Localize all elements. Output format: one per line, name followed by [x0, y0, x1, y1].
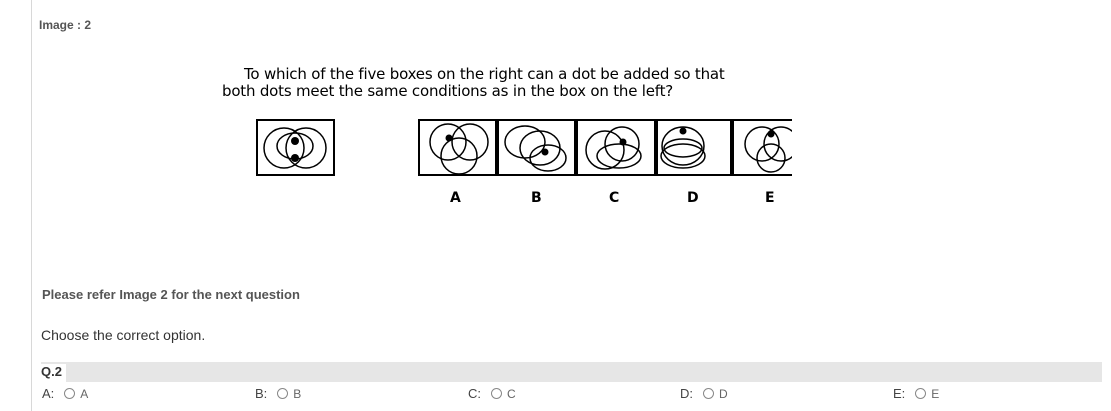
image-label: Image : 2: [39, 18, 92, 32]
question-panel: Image : 2 To which of the five boxes on …: [31, 0, 1111, 411]
box-e: [732, 119, 792, 176]
box-letter-a: A: [450, 190, 461, 206]
answer-options: A: A B: B C: C D: D E: E: [32, 386, 1111, 406]
option-c-radio[interactable]: [491, 388, 502, 399]
option-d-label: D: [719, 386, 728, 401]
option-e-label: E: [931, 386, 940, 401]
question-bar: Q.2: [41, 362, 1102, 382]
option-b[interactable]: B: B: [255, 386, 301, 401]
option-d[interactable]: D: D: [680, 386, 728, 401]
reference-box: [256, 119, 335, 176]
option-c-prefix: C:: [468, 386, 481, 401]
box-d: [656, 119, 732, 176]
puzzle-image: To which of the five boxes on the right …: [222, 66, 792, 216]
puzzle-line-1: To which of the five boxes on the right …: [244, 65, 725, 83]
box-b: [497, 119, 576, 176]
option-b-label: B: [293, 386, 302, 401]
option-c[interactable]: C: C: [468, 386, 516, 401]
box-letter-e: E: [765, 190, 775, 206]
box-letter-b: B: [531, 190, 542, 206]
question-number: Q.2: [41, 364, 66, 382]
option-a-prefix: A:: [42, 386, 55, 401]
option-e-radio[interactable]: [915, 388, 927, 399]
box-c: [576, 119, 656, 176]
box-letters: A B C D E: [222, 190, 792, 210]
box-letter-d: D: [687, 190, 699, 206]
box-letter-c: C: [609, 190, 620, 206]
option-d-prefix: D:: [680, 386, 693, 401]
puzzle-question-text: To which of the five boxes on the right …: [222, 66, 792, 100]
option-a-radio[interactable]: [64, 388, 76, 399]
choose-instruction: Choose the correct option.: [41, 327, 206, 343]
refer-instruction: Please refer Image 2 for the next questi…: [42, 287, 300, 302]
option-b-radio[interactable]: [277, 388, 289, 399]
option-c-label: C: [507, 386, 516, 401]
option-e[interactable]: E: E: [893, 386, 939, 401]
option-a-label: A: [80, 386, 89, 401]
option-a[interactable]: A: A: [42, 386, 88, 401]
puzzle-line-2: both dots meet the same conditions as in…: [222, 82, 674, 100]
option-d-radio[interactable]: [703, 388, 714, 399]
option-e-prefix: E:: [893, 386, 906, 401]
option-b-prefix: B:: [255, 386, 268, 401]
box-a: [418, 119, 497, 176]
